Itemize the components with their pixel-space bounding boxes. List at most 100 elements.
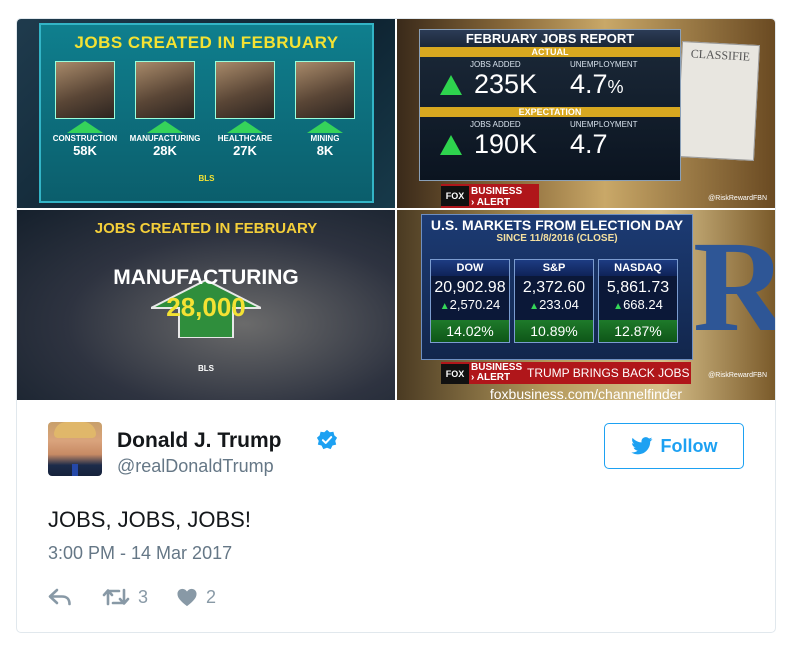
avatar[interactable]: [48, 422, 102, 476]
sector-photo: [135, 61, 195, 119]
sector-value: 58K: [73, 143, 97, 158]
market-column: S&P 2,372.60 ▲233.04 10.89%: [514, 259, 594, 343]
sector-label: MINING: [310, 134, 340, 143]
sector-photo: [295, 61, 355, 119]
reply-button[interactable]: [48, 587, 72, 607]
up-triangle-icon: [440, 75, 462, 95]
manufacturing-title: JOBS CREATED IN FEBRUARY: [94, 220, 318, 237]
expectation-row: JOBS ADDED UNEMPLOYMENT 190K 4.7: [420, 117, 680, 167]
sector-label: MANUFACTURING: [129, 134, 201, 143]
up-triangle-icon: ▲: [613, 301, 624, 312]
actual-label: ACTUAL: [420, 47, 680, 57]
tweet-text: JOBS, JOBS, JOBS!: [48, 507, 251, 532]
retweet-icon: [102, 588, 130, 606]
heart-icon: [177, 588, 197, 607]
sector-item: HEALTHCARE 27K: [205, 61, 285, 158]
media-grid[interactable]: JOBS CREATED IN FEBRUARY CONSTRUCTION 58…: [17, 19, 775, 400]
sector-value: 28K: [153, 143, 177, 158]
markets-board: U.S. MARKETS FROM ELECTION DAY SINCE 11/…: [421, 214, 693, 360]
jobs-added-label: JOBS ADDED: [470, 60, 521, 69]
sector-photo: [55, 61, 115, 119]
tweet-actions: 3 2: [48, 585, 216, 609]
tweet-timestamp[interactable]: 3:00 PM - 14 Mar 2017: [48, 543, 232, 564]
alert-headline: TRUMP BRINGS BACK JOBS: [527, 366, 690, 380]
alert-line-1: BUSINESS: [471, 186, 523, 197]
market-value: 20,902.98: [434, 279, 506, 296]
market-change: ▲233.04: [529, 297, 579, 312]
fox-logo: FOX: [441, 186, 469, 206]
expected-jobs-value: 190K: [474, 129, 538, 159]
market-name: S&P: [515, 260, 593, 276]
manufacturing-label: MANUFACTURING: [113, 266, 299, 289]
verified-badge-icon: [316, 429, 338, 450]
follow-label: Follow: [660, 435, 718, 456]
reply-icon: [48, 588, 71, 606]
business-alert-bar: FOX BUSINESS › ALERT: [441, 184, 539, 208]
sector-label: HEALTHCARE: [217, 134, 273, 143]
like-count: 2: [206, 586, 217, 607]
classified-heading: CLASSIFIE: [690, 46, 751, 64]
market-column: NASDAQ 5,861.73 ▲668.24 12.87%: [598, 259, 678, 343]
alert-label: BUSINESS › ALERT: [471, 362, 523, 383]
r-logo-backdrop: R: [693, 222, 775, 352]
newspaper-classifieds: CLASSIFIE: [676, 41, 760, 161]
twitter-bird-icon: [630, 437, 652, 455]
market-percent: 14.02%: [431, 320, 509, 342]
unemployment-label: UNEMPLOYMENT: [570, 120, 638, 129]
up-arrow-icon: [67, 121, 103, 133]
market-name: DOW: [431, 260, 509, 276]
jobs-added-label: JOBS ADDED: [470, 120, 521, 129]
alert-line-2: › ALERT: [471, 197, 511, 208]
sector-item: MINING 8K: [285, 61, 365, 158]
author-name[interactable]: Donald J. Trump: [117, 429, 282, 453]
sector-value: 8K: [316, 143, 334, 158]
media-image-manufacturing[interactable]: JOBS CREATED IN FEBRUARY MANUFACTURING 2…: [17, 210, 395, 400]
like-button[interactable]: 2: [176, 587, 216, 608]
jobs-report-title: FEBRUARY JOBS REPORT: [420, 30, 680, 47]
retweet-button[interactable]: 3: [102, 587, 148, 608]
source-label: BLS: [198, 174, 215, 183]
market-change: ▲668.24: [613, 297, 663, 312]
markets-subtitle: SINCE 11/8/2016 (CLOSE): [496, 233, 618, 244]
tweet-card: JOBS CREATED IN FEBRUARY CONSTRUCTION 58…: [16, 18, 776, 633]
markets-title: U.S. MARKETS FROM ELECTION DAY: [430, 217, 684, 233]
up-triangle-icon: ▲: [529, 301, 540, 312]
actual-row: JOBS ADDED UNEMPLOYMENT 235K 4.7%: [420, 57, 680, 107]
actual-jobs-value: 235K: [474, 69, 538, 99]
avatar-tie: [72, 464, 78, 476]
sector-value: 27K: [233, 143, 257, 158]
media-image-jobs-report[interactable]: CLASSIFIE FEBRUARY JOBS REPORT ACTUAL JO…: [397, 19, 775, 208]
avatar-hair: [54, 422, 96, 438]
business-alert-bar: FOX BUSINESS › ALERT TRUMP BRINGS BACK JO…: [441, 362, 691, 384]
up-triangle-icon: ▲: [439, 301, 450, 312]
manufacturing-value: 28,000: [166, 292, 246, 322]
market-percent: 10.89%: [515, 320, 593, 342]
actual-unemployment-value: 4.7%: [570, 69, 624, 99]
expectation-label: EXPECTATION: [420, 107, 680, 117]
up-arrow-icon: [227, 121, 263, 133]
author-handle[interactable]: @realDonaldTrump: [117, 456, 274, 477]
fox-logo: FOX: [441, 364, 469, 384]
expected-unemployment-value: 4.7: [570, 129, 608, 159]
up-arrow-icon: [147, 121, 183, 133]
up-triangle-icon: [440, 135, 462, 155]
media-image-jobs-by-sector[interactable]: JOBS CREATED IN FEBRUARY CONSTRUCTION 58…: [17, 19, 395, 208]
retweet-count: 3: [138, 586, 149, 607]
sector-item: CONSTRUCTION 58K: [45, 61, 125, 158]
media-image-markets[interactable]: R U.S. MARKETS FROM ELECTION DAY SINCE 1…: [397, 210, 775, 400]
show-handle: @RiskRewardFBN: [708, 195, 767, 202]
market-percent: 12.87%: [599, 320, 677, 342]
source-label: BLS: [198, 364, 214, 373]
jobs-report-board: FEBRUARY JOBS REPORT ACTUAL JOBS ADDED U…: [419, 29, 681, 181]
market-change: ▲2,570.24: [439, 297, 501, 312]
sector-label: CONSTRUCTION: [52, 134, 118, 143]
follow-button[interactable]: Follow: [604, 423, 744, 469]
sector-item: MANUFACTURING 28K: [125, 61, 205, 158]
sector-photo: [215, 61, 275, 119]
market-column: DOW 20,902.98 ▲2,570.24 14.02%: [430, 259, 510, 343]
channel-url: foxbusiness.com/channelfinder: [489, 386, 683, 400]
up-arrow-icon: [307, 121, 343, 133]
market-value: 2,372.60: [522, 279, 586, 296]
market-name: NASDAQ: [599, 260, 677, 276]
jobs-graphic-frame: JOBS CREATED IN FEBRUARY CONSTRUCTION 58…: [39, 23, 374, 203]
